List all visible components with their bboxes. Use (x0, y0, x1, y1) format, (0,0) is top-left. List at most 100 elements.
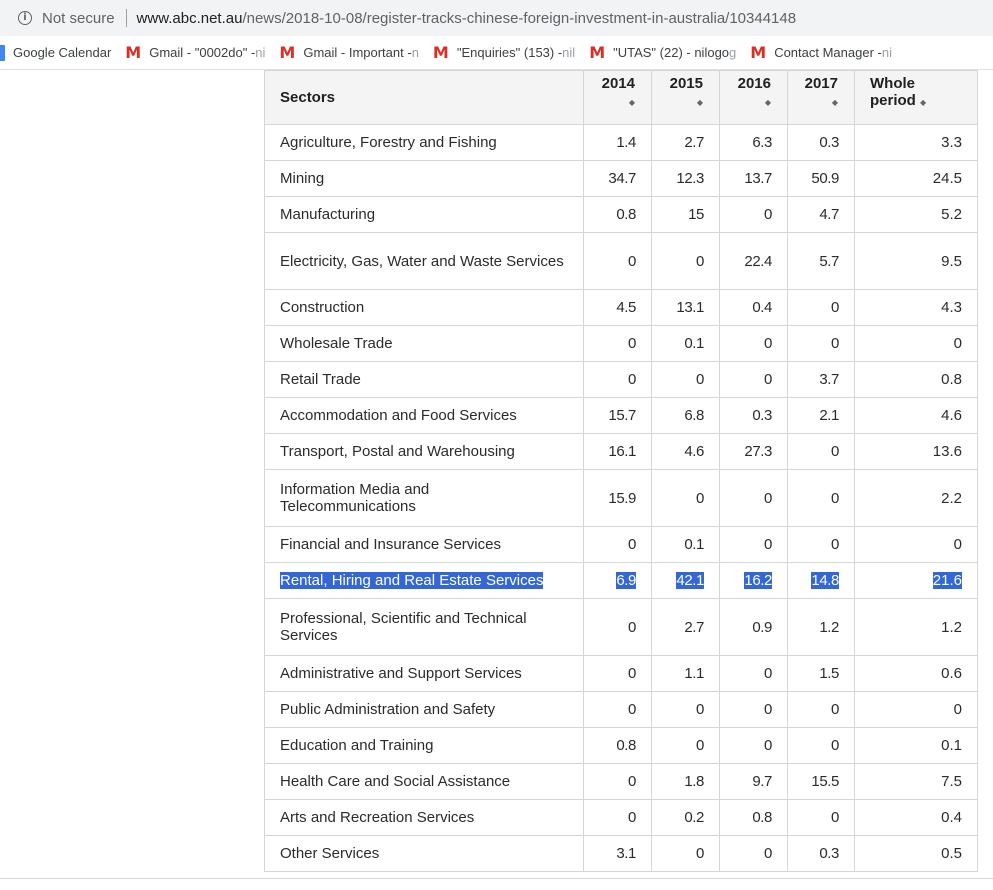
cell-value: 13.6 (932, 443, 962, 460)
cell-value: 4.3 (941, 299, 962, 316)
value-cell: 0 (719, 469, 788, 527)
cell-value: 1.8 (684, 773, 704, 790)
sector-cell: Wholesale Trade (264, 325, 584, 362)
page-content: Sectors 2014 ◆ 2015 ◆ 2016 ◆ 2017 ◆ Whole per… (0, 70, 993, 890)
table-row: Other Services 3.1 0 0 0.3 0.5 (264, 835, 978, 872)
cell-value: 0 (696, 489, 704, 507)
cell-value: 50.9 (811, 170, 839, 187)
bookmark-gmail-0002do[interactable]: M Gmail - "0002do" - ni (125, 43, 265, 62)
cell-value: 0 (953, 701, 962, 718)
value-cell: 0.3 (787, 124, 855, 161)
bookmark-contact-manager[interactable]: M Contact Manager - ni (750, 43, 892, 62)
whole-period-cell: 21.6 (854, 562, 978, 599)
column-header-sectors[interactable]: Sectors (264, 70, 584, 125)
table-row: Information Media and Telecommunications… (264, 469, 978, 527)
table-row: Construction 4.5 13.1 0.4 0 4.3 (264, 289, 978, 326)
address-bar: i Not secure www.abc.net.au/news/2018-10… (0, 0, 993, 36)
gmail-icon: M (589, 43, 606, 62)
cell-value: 1.2 (941, 618, 962, 636)
column-header-whole-period[interactable]: Whole period ◆ (854, 70, 978, 125)
value-cell: 14.8 (787, 562, 855, 599)
cell-value: 15.5 (811, 773, 839, 790)
info-icon[interactable]: i (18, 11, 32, 25)
sector-label: Manufacturing (280, 206, 376, 223)
cell-value: 0 (831, 443, 839, 460)
cell-value: 0 (764, 206, 772, 223)
bookmark-google-calendar[interactable]: Google Calendar (0, 44, 111, 61)
cell-value: 0.4 (941, 809, 962, 826)
cell-value: 4.6 (684, 443, 704, 460)
cell-value: 9.7 (752, 773, 772, 790)
cell-value: 0.8 (616, 737, 636, 754)
value-cell: 16.2 (719, 562, 788, 599)
value-cell: 0 (719, 325, 788, 362)
value-cell: 1.1 (651, 655, 720, 692)
table-row: Transport, Postal and Warehousing 16.1 4.6… (264, 433, 978, 470)
sector-cell: Financial and Insurance Services (264, 526, 584, 563)
column-header-2017[interactable]: 2017 ◆ (787, 70, 855, 125)
table-row: Education and Training 0.8 0 0 0 0.1 (264, 727, 978, 764)
cell-value: 0.6 (941, 665, 962, 682)
cell-value: 0 (628, 252, 636, 270)
value-cell: 0 (583, 361, 652, 398)
cell-value: 0 (831, 809, 839, 826)
sector-cell: Agriculture, Forestry and Fishing (264, 124, 584, 161)
value-cell: 0 (651, 469, 720, 527)
cell-value: 2.7 (684, 134, 704, 151)
whole-period-cell: 7.5 (854, 763, 978, 800)
sort-icon: ◆ (831, 98, 838, 107)
sector-cell: Health Care and Social Assistance (264, 763, 584, 800)
sector-label: Health Care and Social Assistance (280, 773, 511, 790)
value-cell: 2.7 (651, 124, 720, 161)
value-cell: 15.9 (583, 469, 652, 527)
value-cell: 0.9 (719, 598, 788, 656)
cell-value: 4.7 (819, 206, 839, 223)
sector-label: Financial and Insurance Services (280, 536, 501, 553)
value-cell: 0.8 (719, 799, 788, 836)
value-cell: 0.8 (583, 727, 652, 764)
bookmark-gmail-important[interactable]: M Gmail - Important - n (279, 43, 419, 62)
value-cell: 0 (583, 325, 652, 362)
sector-cell: Construction (264, 289, 584, 326)
cell-value: 34.7 (608, 170, 636, 187)
column-header-2016[interactable]: 2016 ◆ (719, 70, 788, 125)
table-body: Agriculture, Forestry and Fishing 1.4 2.7 6… (264, 124, 978, 872)
cell-value: 1.5 (819, 665, 839, 682)
whole-period-cell: 24.5 (854, 160, 978, 197)
whole-period-cell: 0.6 (854, 655, 978, 692)
whole-period-cell: 3.3 (854, 124, 978, 161)
cell-value: 0 (764, 335, 772, 352)
value-cell: 0 (719, 361, 788, 398)
bookmark-label: Contact Manager - (774, 45, 882, 60)
cell-value: 3.1 (616, 845, 636, 862)
cell-value: 4.5 (616, 299, 636, 316)
bookmark-enquiries[interactable]: M "Enquiries" (153) - nil (433, 43, 575, 62)
cell-value: 0 (831, 489, 839, 507)
cell-value: 15.9 (608, 489, 636, 507)
cell-value: 0 (953, 335, 962, 352)
cell-value: 0.3 (819, 134, 839, 151)
calendar-icon (0, 44, 5, 61)
cell-value: 0.1 (684, 335, 704, 352)
url-field[interactable]: i Not secure www.abc.net.au/news/2018-10… (0, 3, 993, 33)
bookmark-utas[interactable]: M "UTAS" (22) - nilogo g (589, 43, 736, 62)
column-header-2015[interactable]: 2015 ◆ (651, 70, 720, 125)
value-cell: 0 (787, 433, 855, 470)
gmail-icon: M (125, 43, 142, 62)
divider (0, 878, 993, 879)
sector-label: Education and Training (280, 737, 434, 754)
investment-table: Sectors 2014 ◆ 2015 ◆ 2016 ◆ 2017 ◆ Whole per… (264, 70, 978, 872)
sector-label: Electricity, Gas, Water and Waste Servic… (280, 252, 564, 270)
column-header-2014[interactable]: 2014 ◆ (583, 70, 652, 125)
value-cell: 1.2 (787, 598, 855, 656)
cell-value: 3.3 (941, 134, 962, 151)
sector-label: Construction (280, 299, 365, 316)
table-row: Administrative and Support Services 0 1.1 0… (264, 655, 978, 692)
value-cell: 3.1 (583, 835, 652, 872)
whole-period-cell: 0.5 (854, 835, 978, 872)
gmail-icon: M (279, 43, 296, 62)
cell-value: 0 (831, 335, 839, 352)
value-cell: 0 (651, 691, 720, 728)
sector-cell: Information Media and Telecommunications (264, 469, 584, 527)
sort-icon: ◆ (920, 98, 927, 107)
